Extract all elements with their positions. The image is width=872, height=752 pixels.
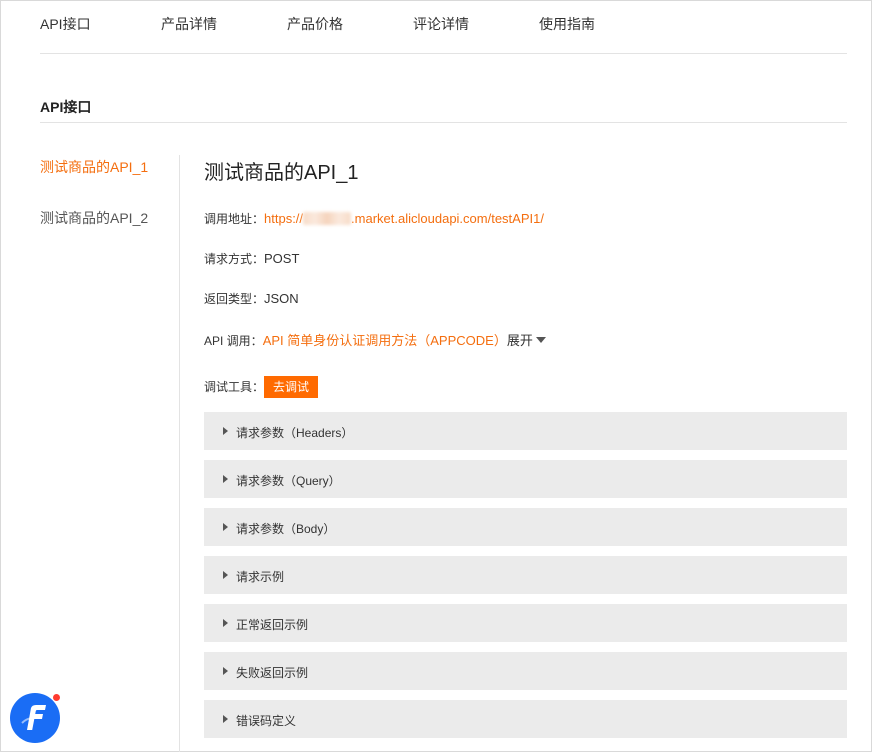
caret-right-icon xyxy=(223,427,228,435)
accordion-label: 请求示例 xyxy=(236,570,285,584)
debug-row: 调试工具： 去调试 xyxy=(204,376,319,398)
caret-right-icon xyxy=(223,619,228,627)
tab-user-guide[interactable]: 使用指南 xyxy=(539,14,595,34)
method-label: 请求方式： xyxy=(204,252,265,266)
accordion-request-body[interactable]: 请求参数（Body） xyxy=(204,508,847,546)
api-call-label: API 调用： xyxy=(204,334,263,348)
section-title: API接口 xyxy=(40,99,92,115)
caret-right-icon xyxy=(223,523,228,531)
caret-right-icon xyxy=(223,475,228,483)
accordion-label: 失败返回示例 xyxy=(236,666,309,680)
api-sidebar: 测试商品的API_1 测试商品的API_2 xyxy=(40,155,180,752)
accordion-request-query[interactable]: 请求参数（Query） xyxy=(204,460,847,498)
sidebar-item-api-1[interactable]: 测试商品的API_1 xyxy=(40,157,148,177)
tab-api[interactable]: API接口 xyxy=(40,14,91,34)
tab-product-details[interactable]: 产品详情 xyxy=(161,14,217,34)
return-type-label: 返回类型： xyxy=(204,292,265,306)
caret-right-icon xyxy=(223,571,228,579)
floating-app-button[interactable] xyxy=(10,693,61,743)
address-row: 调用地址：https:// .market.alicloudapi.com/tes… xyxy=(204,210,544,227)
address-prefix: https:// xyxy=(264,211,304,226)
section-divider xyxy=(40,122,847,123)
accordion-failure-response[interactable]: 失败返回示例 xyxy=(204,652,847,690)
method-value: POST xyxy=(264,251,300,266)
return-type-row: 返回类型：JSON xyxy=(204,290,299,307)
caret-right-icon xyxy=(223,667,228,675)
api-call-row: API 调用：API 简单身份认证调用方法（APPCODE）展开 xyxy=(204,330,546,349)
return-type-value: JSON xyxy=(264,291,299,306)
caret-right-icon xyxy=(223,715,228,723)
notification-dot-icon xyxy=(52,693,61,702)
tab-product-price[interactable]: 产品价格 xyxy=(287,14,343,34)
address-link[interactable]: https:// .market.alicloudapi.com/testAPI1… xyxy=(264,211,544,226)
debug-button[interactable]: 去调试 xyxy=(264,376,319,398)
accordion-label: 错误码定义 xyxy=(236,714,297,728)
accordion-label: 请求参数（Headers） xyxy=(236,426,354,440)
accordion-success-response[interactable]: 正常返回示例 xyxy=(204,604,847,642)
accordion-error-codes[interactable]: 错误码定义 xyxy=(204,700,847,738)
top-tab-bar: API接口 产品详情 产品价格 评论详情 使用指南 xyxy=(40,0,847,54)
debug-label: 调试工具： xyxy=(204,380,265,394)
address-label: 调用地址： xyxy=(204,212,265,226)
accordion-label: 请求参数（Body） xyxy=(236,522,336,536)
redacted-host xyxy=(303,212,352,225)
accordion-request-example[interactable]: 请求示例 xyxy=(204,556,847,594)
method-row: 请求方式：POST xyxy=(204,250,299,267)
api-title: 测试商品的API_1 xyxy=(204,162,359,184)
sidebar-item-api-2[interactable]: 测试商品的API_2 xyxy=(40,208,148,228)
caret-down-icon xyxy=(535,337,546,343)
expand-toggle[interactable]: 展开 xyxy=(507,333,546,348)
api-call-link[interactable]: API 简单身份认证调用方法（APPCODE） xyxy=(263,333,507,348)
accordion-label: 正常返回示例 xyxy=(236,618,309,632)
address-suffix: .market.alicloudapi.com/testAPI1/ xyxy=(351,211,544,226)
expand-label: 展开 xyxy=(506,333,533,348)
accordion-label: 请求参数（Query） xyxy=(236,474,341,488)
tab-reviews[interactable]: 评论详情 xyxy=(413,14,469,34)
accordion-request-headers[interactable]: 请求参数（Headers） xyxy=(204,412,847,450)
